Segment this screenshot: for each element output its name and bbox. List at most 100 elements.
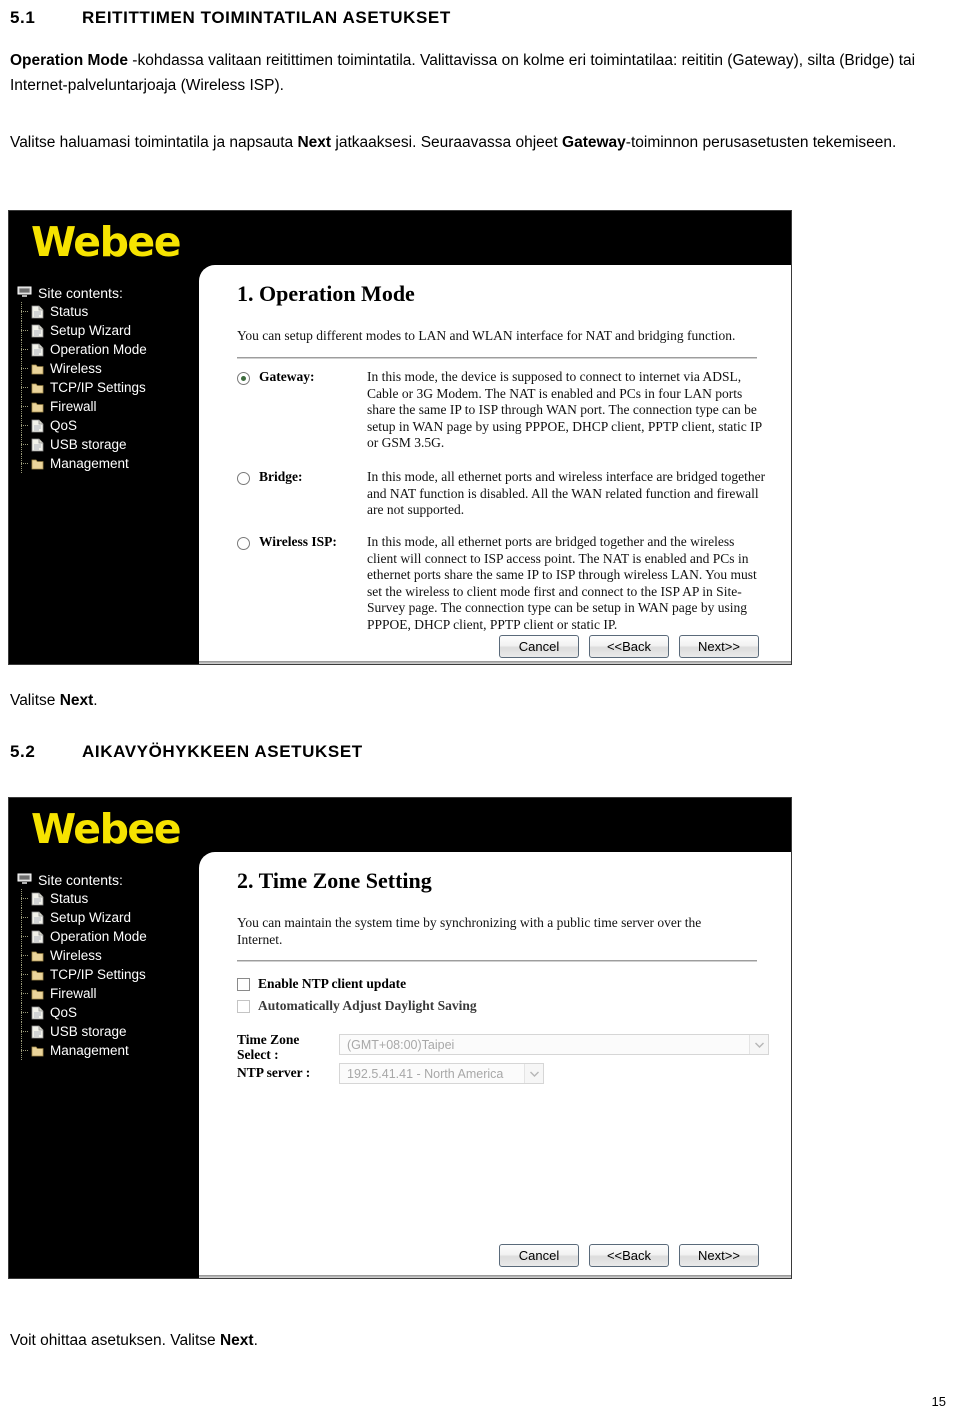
sidebar-item-status[interactable]: Status: [17, 302, 197, 321]
chevron-down-icon[interactable]: [524, 1064, 543, 1083]
radio-wireless-isp[interactable]: [237, 537, 250, 550]
sidebar-item-tcpip-settings[interactable]: TCP/IP Settings: [17, 378, 197, 397]
ntp-server-select[interactable]: 192.5.41.41 - North America: [339, 1063, 544, 1084]
section-title-52: AIKAVYÖHYKKEEN ASETUKSET: [82, 742, 363, 761]
sidebar-item-label: Firewall: [50, 986, 97, 1001]
sidebar-item-label: Setup Wizard: [50, 910, 132, 925]
next-button[interactable]: Next>>: [679, 635, 759, 658]
caption-1-part-2: .: [93, 692, 98, 709]
computer-icon: [17, 873, 32, 884]
ntp-server-selected-value: 192.5.41.41 - North America: [347, 1066, 504, 1081]
radio-bridge[interactable]: [237, 472, 250, 485]
sidebar-item-firewall[interactable]: Firewall: [17, 984, 197, 1003]
wizard-button-row: Cancel <<Back Next>>: [499, 1244, 759, 1267]
sidebar-item-label: Management: [50, 456, 129, 471]
sidebar-item-label: Operation Mode: [50, 342, 147, 357]
sidebar-item-label: QoS: [50, 1005, 78, 1020]
instruction-bold-next: Next: [297, 134, 332, 151]
sidebar-tree: Site contents: Status Setup Wizard Opera…: [17, 870, 197, 1060]
time-zone-label: Time Zone Select :: [237, 1032, 299, 1062]
computer-icon: [17, 286, 32, 297]
wizard-button-row: Cancel <<Back Next>>: [499, 635, 759, 658]
chevron-down-icon[interactable]: [749, 1035, 768, 1054]
sidebar-item-label: USB storage: [50, 1024, 127, 1039]
radio-gateway[interactable]: [237, 372, 250, 385]
intro-paragraph-text: -kohdassa valitaan reitittimen toimintat…: [10, 52, 916, 94]
sidebar-item-label: Operation Mode: [50, 929, 147, 944]
sidebar-item-operation-mode[interactable]: Operation Mode: [17, 340, 197, 359]
ntp-server-label: NTP server :: [237, 1065, 311, 1080]
sidebar-item-management[interactable]: Management: [17, 1041, 197, 1060]
sidebar-item-usb-storage[interactable]: USB storage: [17, 435, 197, 454]
screenshot-operation-mode: 1. Operation Mode You can setup differen…: [8, 210, 792, 665]
next-button[interactable]: Next>>: [679, 1244, 759, 1267]
instruction-part-3: -toiminnon perusasetusten tekemiseen.: [625, 134, 897, 151]
router-content-panel: 2. Time Zone Setting You can maintain th…: [199, 852, 791, 1278]
cancel-button[interactable]: Cancel: [499, 635, 579, 658]
brand-logo: Webee: [31, 805, 182, 853]
panel-bottom-rule: [199, 1275, 791, 1278]
sidebar-tree: Site contents: Status Setup Wizard Opera…: [17, 283, 197, 473]
caption-1-bold: Next: [59, 692, 94, 709]
time-zone-label-line-1: Time Zone: [237, 1032, 300, 1047]
router-panel-top-fill: [199, 798, 791, 852]
folder-icon: [31, 364, 44, 374]
checkbox-enable-ntp[interactable]: [237, 977, 250, 991]
section-heading-52: 5.2 AIKAVYÖHYKKEEN ASETUKSET: [10, 742, 363, 762]
caption-valitse-next-2: Voit ohittaa asetuksen. Valitse Next.: [10, 1328, 258, 1353]
sidebar-item-wireless[interactable]: Wireless: [17, 359, 197, 378]
checkbox-label-enable-ntp: Enable NTP client update: [258, 976, 407, 991]
page-icon: [31, 343, 44, 356]
page-icon: [31, 305, 44, 318]
sidebar-item-label: Status: [50, 891, 89, 906]
time-zone-selected-value: (GMT+08:00)Taipei: [347, 1037, 455, 1052]
sidebar-item-setup-wizard[interactable]: Setup Wizard: [17, 908, 197, 927]
sidebar-root[interactable]: Site contents:: [17, 870, 197, 889]
back-button[interactable]: <<Back: [589, 635, 669, 658]
page-icon: [31, 892, 44, 905]
mode-label-bridge: Bridge:: [259, 469, 303, 484]
folder-icon: [31, 402, 44, 412]
sidebar-item-operation-mode[interactable]: Operation Mode: [17, 927, 197, 946]
time-zone-select[interactable]: (GMT+08:00)Taipei: [339, 1034, 769, 1055]
panel-bottom-rule: [199, 661, 791, 664]
caption-2-bold: Next: [219, 1332, 254, 1349]
sidebar-item-label: Status: [50, 304, 89, 319]
sidebar-item-setup-wizard[interactable]: Setup Wizard: [17, 321, 197, 340]
sidebar-item-usb-storage[interactable]: USB storage: [17, 1022, 197, 1041]
router-panel-top-fill: [199, 211, 791, 265]
page-icon: [31, 930, 44, 943]
page-icon: [31, 438, 44, 451]
page-icon: [31, 1006, 44, 1019]
page-icon: [31, 1025, 44, 1038]
sidebar-item-tcpip-settings[interactable]: TCP/IP Settings: [17, 965, 197, 984]
sidebar-item-label: TCP/IP Settings: [50, 380, 146, 395]
sidebar-item-status[interactable]: Status: [17, 889, 197, 908]
sidebar-root-label: Site contents:: [38, 871, 123, 888]
router-content-panel: 1. Operation Mode You can setup differen…: [199, 265, 791, 664]
back-button[interactable]: <<Back: [589, 1244, 669, 1267]
section-number-51: 5.1: [10, 8, 36, 27]
sidebar-root-label: Site contents:: [38, 284, 123, 301]
sidebar-item-qos[interactable]: QoS: [17, 1003, 197, 1022]
time-zone-label-line-2: Select :: [237, 1047, 279, 1062]
intro-paragraph: Operation Mode -kohdassa valitaan reitit…: [10, 48, 930, 98]
panel-title: 1. Operation Mode: [237, 281, 415, 306]
checkbox-daylight-saving[interactable]: [237, 999, 250, 1013]
panel-description: You can maintain the system time by sync…: [237, 915, 702, 947]
page-icon: [31, 324, 44, 337]
panel-description: You can setup different modes to LAN and…: [237, 328, 736, 343]
caption-1-part-1: Valitse: [10, 692, 60, 709]
checkbox-row-ntp-enable[interactable]: Enable NTP client update: [237, 976, 406, 992]
sidebar-item-wireless[interactable]: Wireless: [17, 946, 197, 965]
sidebar-item-management[interactable]: Management: [17, 454, 197, 473]
section-heading-51: 5.1 REITITTIMEN TOIMINTATILAN ASETUKSET: [10, 8, 451, 28]
sidebar-root[interactable]: Site contents:: [17, 283, 197, 302]
instruction-paragraph: Valitse haluamasi toimintatila ja napsau…: [10, 130, 930, 155]
page-icon: [31, 419, 44, 432]
sidebar-item-qos[interactable]: QoS: [17, 416, 197, 435]
cancel-button[interactable]: Cancel: [499, 1244, 579, 1267]
checkbox-row-daylight-saving[interactable]: Automatically Adjust Daylight Saving: [237, 998, 477, 1014]
section-number-52: 5.2: [10, 742, 36, 761]
sidebar-item-firewall[interactable]: Firewall: [17, 397, 197, 416]
